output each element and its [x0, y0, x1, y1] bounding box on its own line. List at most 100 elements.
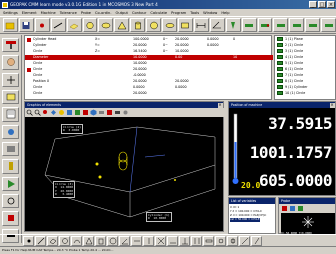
maximize-button[interactable]: □ — [318, 1, 326, 8]
projection-tool-button[interactable] — [167, 235, 178, 246]
ellipse-button[interactable] — [98, 18, 114, 32]
menu-help[interactable]: Help — [219, 11, 231, 15]
workpiece-view[interactable] — [25, 117, 224, 232]
perpendicular-tool-button[interactable] — [179, 235, 190, 246]
distance-tool-button[interactable] — [131, 235, 142, 246]
position-tool-button[interactable] — [227, 235, 238, 246]
coordinate-button[interactable] — [2, 89, 19, 105]
output-button[interactable] — [2, 107, 19, 122]
menu-tools[interactable]: Tools — [188, 11, 201, 15]
menu-settings[interactable]: Settings — [1, 11, 20, 15]
tree-item[interactable]: 10 (1) Circle — [277, 90, 335, 96]
save-button[interactable] — [18, 18, 34, 32]
menu-probe[interactable]: Probe — [79, 11, 93, 15]
probe-cone-button[interactable] — [225, 18, 241, 32]
menu-contour[interactable]: Contour — [130, 11, 148, 15]
circle-feature[interactable] — [98, 175, 102, 179]
loop-button[interactable] — [2, 193, 19, 209]
element-row[interactable]: Circle Z= 16.5400 0~ 10.0000 — [25, 49, 273, 54]
graphics-close-button[interactable]: × — [217, 102, 223, 108]
pan-icon[interactable] — [50, 109, 57, 116]
stop-button[interactable] — [2, 211, 19, 226]
menu-machine[interactable]: Machine — [39, 11, 58, 15]
probe-top-icon[interactable] — [289, 205, 296, 212]
parallel-tool-button[interactable] — [191, 235, 202, 246]
tool-button[interactable] — [2, 159, 19, 174]
roundness-tool-button[interactable] — [215, 235, 226, 246]
open-button[interactable] — [3, 18, 18, 32]
sphere-tool-button[interactable] — [107, 235, 118, 246]
plane-tool-button[interactable] — [47, 235, 58, 246]
point-button[interactable] — [34, 18, 50, 32]
cylinder-feature[interactable] — [118, 151, 128, 163]
probe-view-icon[interactable] — [281, 205, 288, 212]
sphere-button[interactable] — [146, 18, 162, 32]
menu-element[interactable]: Element — [20, 11, 39, 15]
runout-tool-button[interactable] — [239, 235, 250, 246]
readout-close-button[interactable]: × — [329, 102, 335, 108]
element-row[interactable]: Circle 0.0000 0.0000 — [25, 85, 273, 90]
circle-feature[interactable] — [95, 162, 99, 166]
close-button[interactable]: × — [327, 1, 335, 8]
cylinder-feature[interactable] — [118, 159, 128, 171]
line-tool-button[interactable] — [35, 235, 46, 246]
rotate-icon[interactable] — [58, 109, 65, 116]
zoom-all-icon[interactable] — [42, 109, 49, 116]
arc-tool-button[interactable] — [71, 235, 82, 246]
minimize-button[interactable]: _ — [309, 1, 317, 8]
menu-coordin[interactable]: Co-ordin. — [93, 11, 113, 15]
angle-tool-button[interactable] — [119, 235, 130, 246]
menu-calculate[interactable]: Calculate — [148, 11, 169, 15]
element-row[interactable]: Cylinder Y= 20.0000 0~ 20.0000 0.0000 — [25, 43, 273, 48]
menu-output[interactable]: Output — [113, 11, 129, 15]
view-side-icon[interactable] — [82, 109, 89, 116]
element-row-selected[interactable]: Diameter 10.0000 0.00 10 — [25, 55, 273, 61]
probe-side-icon[interactable] — [297, 205, 304, 212]
align-button[interactable] — [2, 72, 19, 87]
cone-tool-button[interactable] — [83, 235, 94, 246]
plane-button[interactable] — [66, 18, 82, 32]
line-button[interactable] — [50, 18, 66, 32]
probe-change-button[interactable] — [257, 18, 273, 32]
probe-rotate-button[interactable] — [305, 18, 321, 32]
probe-list-button[interactable] — [289, 18, 305, 32]
circle-button[interactable] — [82, 18, 98, 32]
variable-row-selected[interactable]: cal = 50.000 = CYCLE — [230, 217, 260, 222]
intersect-tool-button[interactable] — [155, 235, 166, 246]
labels-icon[interactable] — [106, 109, 113, 116]
circle-feature[interactable] — [174, 179, 176, 181]
element-row[interactable]: Position X 20.0000 20.0000 — [25, 79, 273, 84]
view-iso-icon[interactable] — [90, 109, 97, 116]
macro-button[interactable] — [2, 141, 19, 157]
print-icon[interactable] — [114, 109, 121, 116]
probe-wide-button[interactable] — [241, 18, 257, 32]
zoom-in-icon[interactable] — [26, 109, 33, 116]
run-button[interactable] — [2, 176, 19, 191]
menu-window[interactable]: Window — [201, 11, 219, 15]
torus-button[interactable] — [162, 18, 177, 32]
angle-button[interactable] — [209, 18, 225, 32]
element-row[interactable]: Circle 20.0000 — [25, 91, 273, 96]
point-tool-button[interactable] — [23, 235, 34, 246]
zoom-out-icon[interactable] — [34, 109, 41, 116]
redraw-icon[interactable] — [98, 109, 105, 116]
element-row[interactable]: Circle 20.0000 — [25, 67, 273, 72]
element-row[interactable]: Circle 10.0000 — [25, 61, 273, 66]
cylinder-tool-button[interactable] — [95, 235, 106, 246]
element-row[interactable]: Cylinder Head X= 100.0000 0~ 20.0000 0.0… — [25, 37, 273, 42]
probe-extra-button[interactable] — [321, 18, 336, 32]
flatness-tool-button[interactable] — [203, 235, 214, 246]
slash-tool-button[interactable] — [251, 235, 262, 246]
distance-button[interactable] — [193, 18, 209, 32]
settings-icon[interactable] — [122, 109, 129, 116]
view-front-icon[interactable] — [74, 109, 81, 116]
probe-qualify-button[interactable] — [273, 18, 289, 32]
sets-button[interactable] — [2, 124, 19, 139]
cylinder-button[interactable] — [130, 18, 146, 32]
menu-tolerance[interactable]: Tolerance — [58, 11, 79, 15]
cmm-button[interactable] — [2, 38, 19, 53]
element-row[interactable]: Circle -0.0000 — [25, 73, 273, 78]
manual-button[interactable] — [2, 55, 19, 70]
view-top-icon[interactable] — [66, 109, 73, 116]
rect-button[interactable] — [177, 18, 193, 32]
